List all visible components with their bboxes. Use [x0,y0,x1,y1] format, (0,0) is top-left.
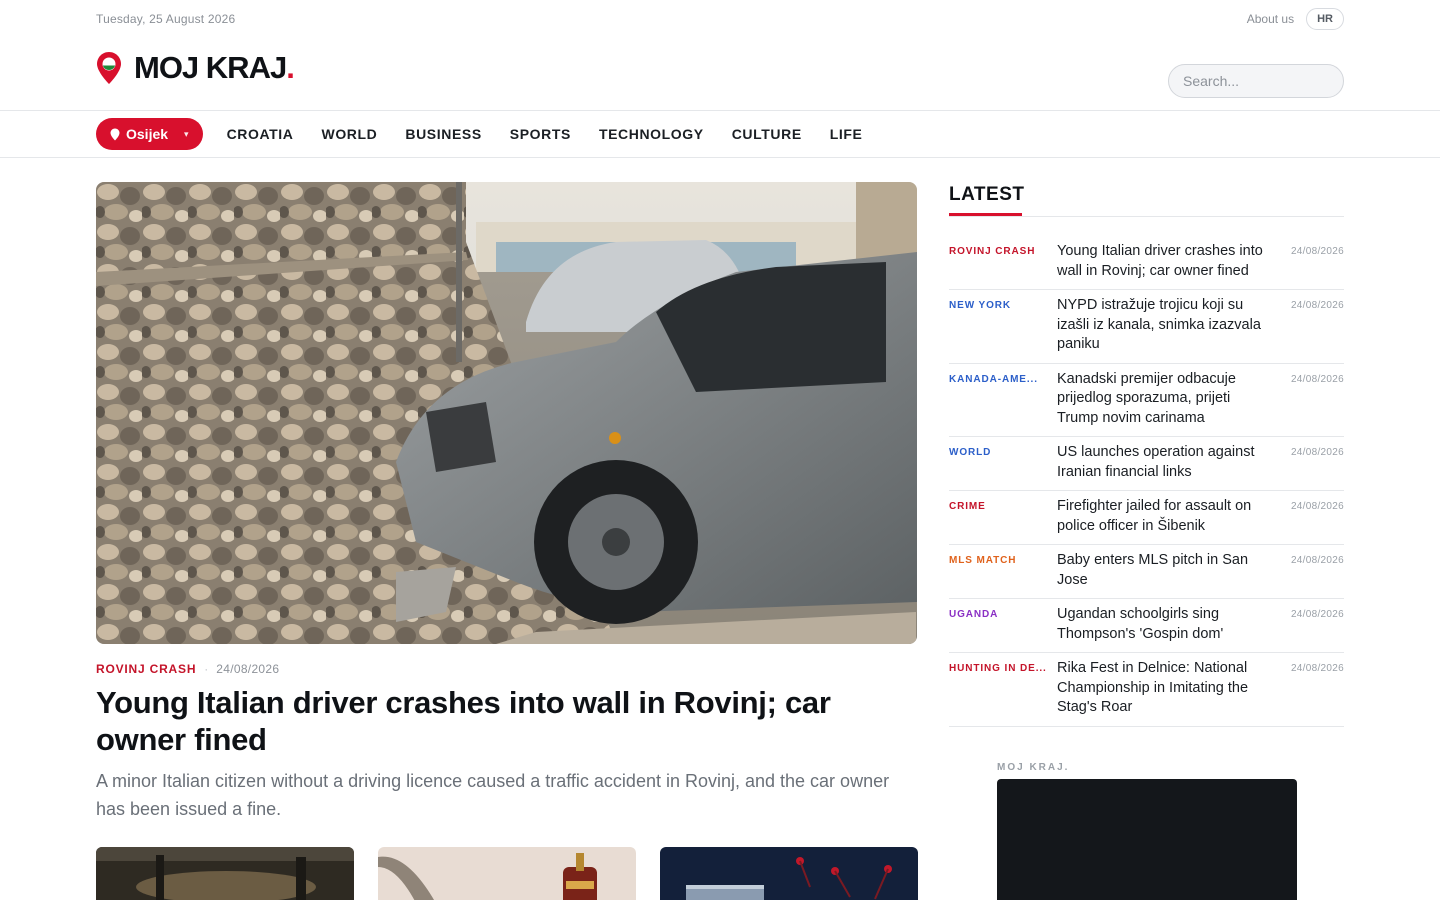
latest-item-category[interactable]: UGANDA [949,605,1057,620]
nav-item-business[interactable]: BUSINESS [405,126,481,142]
hero-meta: ROVINJ CRASH · 24/08/2026 [96,662,279,676]
nav-item-technology[interactable]: TECHNOLOGY [599,126,704,142]
hero-date: 24/08/2026 [216,662,280,676]
latest-item-category[interactable]: WORLD [949,443,1057,458]
logo-dot: . [286,50,295,85]
top-bar-right: About us HR [1247,8,1344,30]
article-card-image[interactable] [96,847,354,900]
latest-item-category[interactable]: CRIME [949,497,1057,512]
card-photo-gavel [378,847,636,900]
list-item[interactable]: ROVINJ CRASH Young Italian driver crashes… [949,236,1344,290]
latest-item-date: 24/08/2026 [1290,501,1344,512]
site-logo[interactable]: MOJ KRAJ. [96,50,295,86]
ad-label: MOJ KRAJ. [997,762,1070,773]
latest-item-title[interactable]: Young Italian driver crashes into wall i… [1057,242,1282,281]
list-item[interactable]: UGANDA Ugandan schoolgirls sing Thompson'… [949,599,1344,653]
list-item[interactable]: CRIME Firefighter jailed for assault on p… [949,491,1344,545]
latest-item-category[interactable]: MLS MATCH [949,551,1057,566]
current-date: Tuesday, 25 August 2026 [96,12,236,26]
nav-item-sports[interactable]: SPORTS [510,126,571,142]
latest-item-title[interactable]: Ugandan schoolgirls sing Thompson's 'Gos… [1057,605,1282,644]
card-photo-street [96,847,354,900]
latest-item-title[interactable]: Rika Fest in Delnice: National Champions… [1057,659,1282,718]
list-item[interactable]: NEW YORK NYPD istražuje trojicu koji su i… [949,290,1344,364]
latest-item-title[interactable]: NYPD istražuje trojicu koji su izašli iz… [1057,296,1282,355]
latest-item-date: 24/08/2026 [1290,663,1344,674]
latest-divider [949,216,1344,217]
latest-item-category[interactable]: HUNTING IN DE... [949,659,1057,674]
hero-photo [96,182,917,644]
hero-image[interactable] [96,182,917,644]
card-photo-dark [660,847,918,900]
list-item[interactable]: KANADA-AME... Kanadski premijer odbacuje … [949,364,1344,437]
latest-item-date: 24/08/2026 [1290,555,1344,566]
latest-item-title[interactable]: Firefighter jailed for assault on police… [1057,497,1282,536]
about-us-link[interactable]: About us [1247,12,1294,26]
nav-item-life[interactable]: LIFE [830,126,863,142]
hero-category[interactable]: ROVINJ CRASH [96,662,196,676]
latest-item-date: 24/08/2026 [1290,373,1344,385]
list-item[interactable]: MLS MATCH Baby enters MLS pitch in San Jo… [949,545,1344,599]
latest-item-date: 24/08/2026 [1290,300,1344,311]
latest-item-title[interactable]: Kanadski premijer odbacuje prijedlog spo… [1057,370,1282,429]
latest-item-category[interactable]: ROVINJ CRASH [949,242,1057,257]
nav-divider-top [0,110,1440,111]
nav-item-croatia[interactable]: CROATIA [227,126,294,142]
logo-text: MOJ KRAJ. [134,50,295,86]
latest-list: ROVINJ CRASH Young Italian driver crashes… [949,236,1344,727]
nav-item-world[interactable]: WORLD [322,126,378,142]
article-card-image[interactable] [378,847,636,900]
logo-name: MOJ KRAJ [134,50,287,85]
city-selector-label: Osijek [126,126,169,142]
latest-item-date: 24/08/2026 [1290,447,1344,458]
meta-separator: · [204,662,209,676]
hero-title[interactable]: Young Italian driver crashes into wall i… [96,684,896,758]
article-card-image[interactable] [660,847,918,900]
latest-heading: LATEST [949,184,1025,205]
latest-item-category[interactable]: KANADA-AME... [949,370,1057,385]
location-pin-icon [97,52,121,84]
ad-slot[interactable] [997,779,1297,900]
latest-item-date: 24/08/2026 [1290,609,1344,620]
location-pin-icon [110,128,120,140]
language-switch[interactable]: HR [1306,8,1344,30]
city-selector-button[interactable]: Osijek ▾ [96,118,203,150]
latest-item-date: 24/08/2026 [1290,246,1344,257]
latest-item-category[interactable]: NEW YORK [949,296,1057,311]
hero-subtitle: A minor Italian citizen without a drivin… [96,771,890,819]
list-item[interactable]: WORLD US launches operation against Irani… [949,437,1344,491]
nav-item-culture[interactable]: CULTURE [732,126,802,142]
latest-item-title[interactable]: Baby enters MLS pitch in San Jose [1057,551,1282,590]
chevron-down-icon: ▾ [184,128,189,139]
search-input[interactable] [1168,64,1344,98]
main-nav: Osijek ▾ CROATIA WORLD BUSINESS SPORTS T… [96,118,891,150]
nav-divider-bottom [0,157,1440,158]
list-item[interactable]: HUNTING IN DE... Rika Fest in Delnice: Na… [949,653,1344,727]
latest-item-title[interactable]: US launches operation against Iranian fi… [1057,443,1282,482]
top-bar: Tuesday, 25 August 2026 About us HR [96,0,1344,38]
